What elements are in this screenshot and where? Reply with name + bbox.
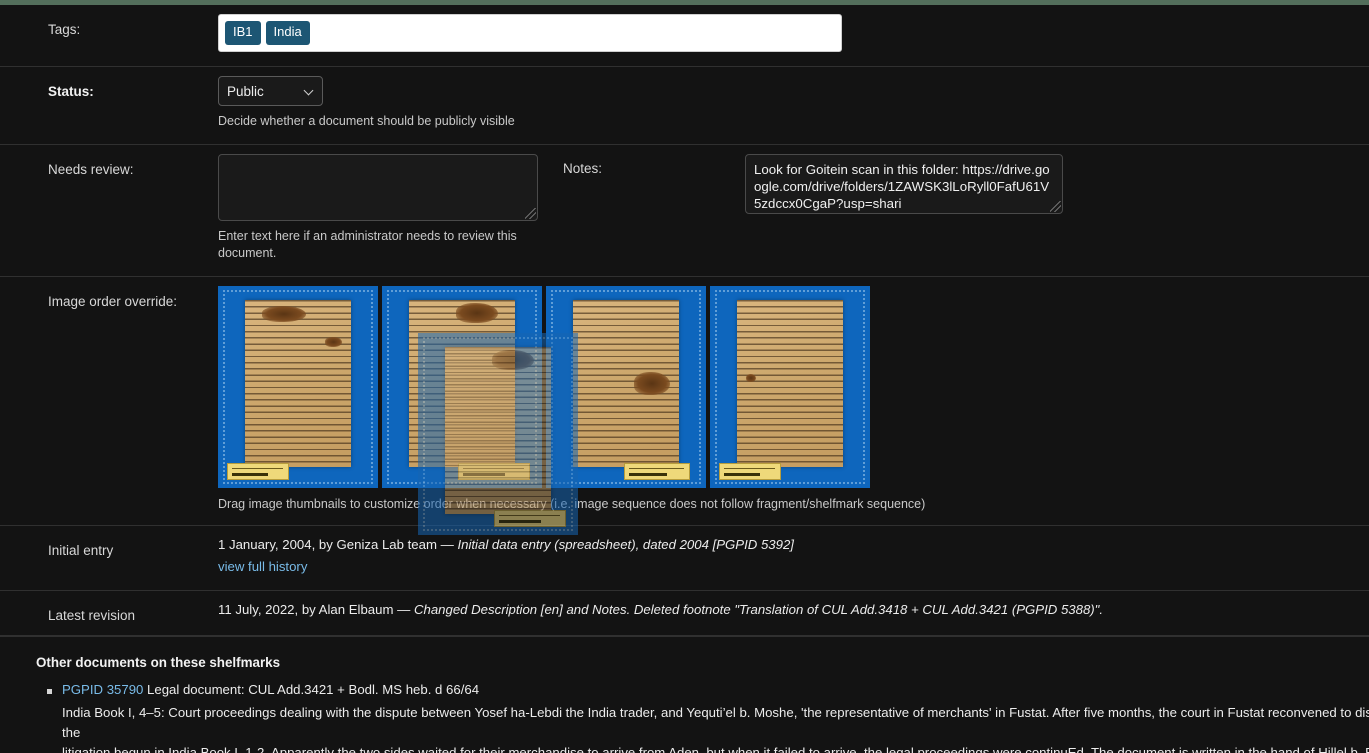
tag-chip[interactable]: India (265, 21, 310, 45)
initial-entry-meta: 1 January, 2004, by Geniza Lab team — (218, 536, 458, 552)
tag-chip[interactable]: IB1 (225, 21, 261, 45)
needs-review-textarea[interactable] (218, 153, 538, 221)
thumbnail-item[interactable] (710, 285, 870, 488)
view-full-history-link[interactable]: view full history (218, 559, 307, 574)
other-documents-heading: Other documents on these shelfmarks (36, 654, 281, 670)
document-description: India Book I, 4–5: Court proceedings dea… (62, 705, 1369, 753)
thumbnail-item[interactable] (382, 285, 542, 488)
notes-textarea[interactable]: Look for Goitein scan in this folder: ht… (745, 153, 1063, 214)
manuscript-page-image (573, 299, 679, 468)
latest-revision-meta: 11 July, 2022, by Alan Elbaum — (218, 602, 414, 618)
chevron-down-icon (305, 87, 314, 96)
thumbnail-item[interactable] (546, 285, 706, 488)
scan-label-card (719, 462, 781, 480)
tags-input[interactable]: IB1 India (218, 14, 842, 52)
latest-revision-field: 11 July, 2022, by Alan Elbaum — Changed … (218, 591, 1369, 634)
form-row-review-notes: Needs review: Enter text here if an admi… (0, 145, 1369, 277)
scan-label-card (494, 509, 566, 527)
latest-revision-text: 11 July, 2022, by Alan Elbaum — Changed … (218, 600, 1369, 620)
stain-mark (745, 373, 757, 382)
stain-mark (325, 336, 343, 347)
status-field: Public Decide whether a document should … (218, 67, 1369, 144)
other-documents-list: PGPID 35790 Legal document: CUL Add.3421… (36, 680, 1369, 753)
latest-revision-detail: Changed Description [en] and Notes. Dele… (413, 602, 1104, 618)
initial-entry-field: 1 January, 2004, by Geniza Lab team — In… (218, 526, 1369, 590)
form-row-status: Status: Public Decide whether a document… (0, 67, 1369, 145)
manuscript-page-image (245, 299, 351, 468)
manuscript-page-image (409, 299, 515, 468)
manuscript-page-image (737, 299, 843, 468)
thumbnail-item[interactable] (218, 285, 378, 488)
tags-label: Tags: (48, 22, 81, 37)
stain-mark (455, 303, 498, 324)
document-title-line: PGPID 35790 Legal document: CUL Add.3421… (62, 680, 1369, 700)
document-edit-form: Tags: IB1 India Status: Public Decide wh… (0, 5, 1369, 636)
image-order-label: Image order override: (48, 293, 178, 309)
status-label: Status: (48, 84, 94, 99)
latest-revision-label: Latest revision (48, 608, 136, 624)
image-order-field: Drag image thumbnails to customize order… (218, 277, 1369, 535)
status-help-text: Decide whether a document should be publ… (218, 114, 515, 128)
tags-field: IB1 India (218, 5, 1369, 66)
form-row-latest-revision: Latest revision 11 July, 2022, by Alan E… (0, 591, 1369, 636)
other-documents-section: Other documents on these shelfmarks PGPI… (0, 635, 1369, 753)
list-item: PGPID 35790 Legal document: CUL Add.3421… (47, 680, 1369, 753)
notes-field: Look for Goitein scan in this folder: ht… (745, 145, 1369, 276)
needs-review-help-text: Enter text here if an administrator need… (218, 228, 517, 260)
pgpid-link[interactable]: PGPID 35790 (62, 682, 143, 697)
scan-label-card (458, 462, 530, 480)
form-row-tags: Tags: IB1 India (0, 5, 1369, 67)
scan-label-card (227, 462, 289, 480)
stain-mark (262, 306, 307, 322)
image-order-help-text: Drag image thumbnails to customize order… (218, 496, 926, 511)
initial-entry-text: 1 January, 2004, by Geniza Lab team — In… (218, 535, 1369, 555)
initial-entry-detail: Initial data entry (spreadsheet), dated … (457, 536, 794, 552)
status-selected-value: Public (227, 83, 264, 99)
thumbnail-list[interactable] (218, 285, 1369, 535)
scan-label-card (624, 462, 690, 480)
form-row-initial-entry: Initial entry 1 January, 2004, by Geniza… (0, 526, 1369, 592)
needs-review-label: Needs review: (48, 161, 134, 177)
status-select[interactable]: Public (218, 76, 323, 106)
needs-review-field: Enter text here if an administrator need… (218, 145, 563, 276)
document-title-text: Legal document: CUL Add.3421 + Bodl. MS … (143, 681, 480, 697)
notes-label: Notes: (563, 160, 603, 176)
stain-mark (634, 371, 671, 396)
form-row-image-order: Image order override: Drag image thumbna… (0, 277, 1369, 535)
initial-entry-label: Initial entry (48, 542, 114, 558)
